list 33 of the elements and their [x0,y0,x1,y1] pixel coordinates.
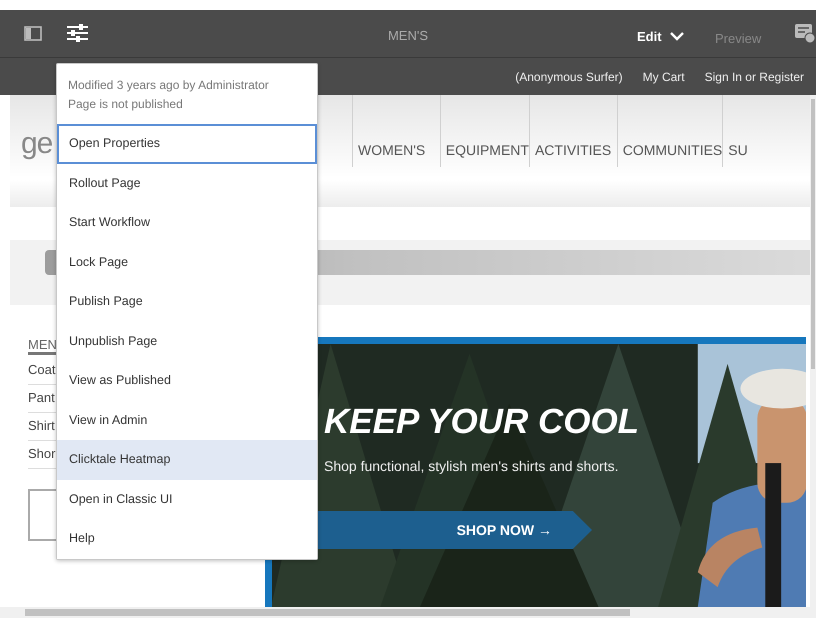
nav-link[interactable]: ACTIVITIES [528,95,617,167]
menu-item[interactable]: Rollout Page [57,164,317,203]
header-link[interactable]: (Anonymous Surfer) [515,68,623,86]
menu-item[interactable]: Open Properties [57,124,317,164]
mode-dropdown[interactable]: Edit [637,27,684,46]
nav-link[interactable]: WOMEN'S [352,95,440,167]
banner-headline: KEEP YOUR COOL [324,404,640,439]
vertical-scrollbar[interactable] [810,95,816,607]
logo-text: ge [21,129,52,159]
menu-item[interactable]: Help [57,519,317,558]
sidebar-icon [24,26,42,41]
header-link[interactable]: My Cart [642,68,685,86]
menu-item[interactable]: Lock Page [57,242,317,282]
menu-item[interactable]: Unpublish Page [57,322,317,361]
menu-item[interactable]: View in Admin [57,400,317,440]
sliders-icon [67,24,88,42]
header-link[interactable]: Sign In or Register [704,68,804,86]
menu-item[interactable]: Clicktale Heatmap [57,440,317,480]
nav-link[interactable]: COMMUNITIES [616,95,722,167]
page-properties-button[interactable] [67,24,88,42]
annotate-button[interactable] [795,24,816,44]
menu-info-text: Page is not published [68,96,184,113]
page-title: MEN'S [388,28,428,43]
sidebar-toggle-button[interactable] [24,26,42,41]
menu-item[interactable]: Start Workflow [57,203,317,242]
menu-info-text: Modified 3 years ago by Administrator [68,77,270,94]
menu-item[interactable]: Open in Classic UI [57,480,317,519]
nav-link[interactable]: EQUIPMENT [440,95,529,167]
menu-item[interactable]: Publish Page [57,282,317,322]
chevron-down-icon [670,32,684,42]
banner-subtitle: Shop functional, stylish men's shirts and shorts. [324,457,618,476]
menu-item[interactable]: View as Published [57,361,317,400]
horizontal-scrollbar[interactable] [0,607,816,618]
